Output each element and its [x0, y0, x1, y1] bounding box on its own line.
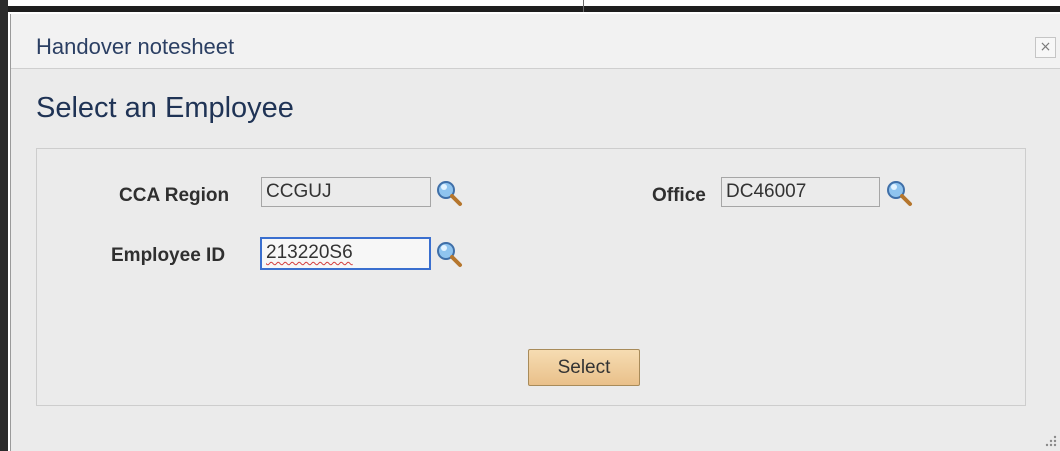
employee-id-lookup-icon[interactable]	[434, 239, 464, 269]
employee-id-value: 213220S6	[266, 242, 353, 263]
background-window-edge	[0, 0, 1060, 451]
select-button[interactable]: Select	[528, 349, 640, 386]
handover-dialog: Handover notesheet × Select an Employee …	[10, 14, 1060, 451]
office-lookup-icon[interactable]	[884, 178, 914, 208]
employee-id-label: Employee ID	[111, 245, 226, 266]
dialog-title: Handover notesheet	[36, 34, 235, 59]
office-field[interactable]: DC46007	[721, 177, 880, 207]
cca-region-value: CCGUJ	[266, 181, 332, 202]
employee-id-field[interactable]: 213220S6	[260, 237, 431, 270]
cca-region-label: CCA Region	[119, 185, 230, 206]
background-divider	[583, 0, 584, 12]
background-window-border	[0, 6, 1060, 12]
cca-region-lookup-icon[interactable]	[434, 178, 464, 208]
office-value: DC46007	[726, 181, 807, 202]
employee-search-panel: CCA Region CCGUJ Office DC46007 Employee…	[36, 148, 1026, 406]
page-title: Select an Employee	[36, 92, 294, 124]
resize-grip-icon[interactable]	[1043, 433, 1057, 447]
office-label: Office	[652, 185, 706, 206]
background-window-left-border	[0, 0, 8, 451]
close-icon[interactable]: ×	[1035, 37, 1056, 58]
cca-region-field[interactable]: CCGUJ	[261, 177, 431, 207]
dialog-titlebar[interactable]: Handover notesheet ×	[11, 14, 1060, 69]
